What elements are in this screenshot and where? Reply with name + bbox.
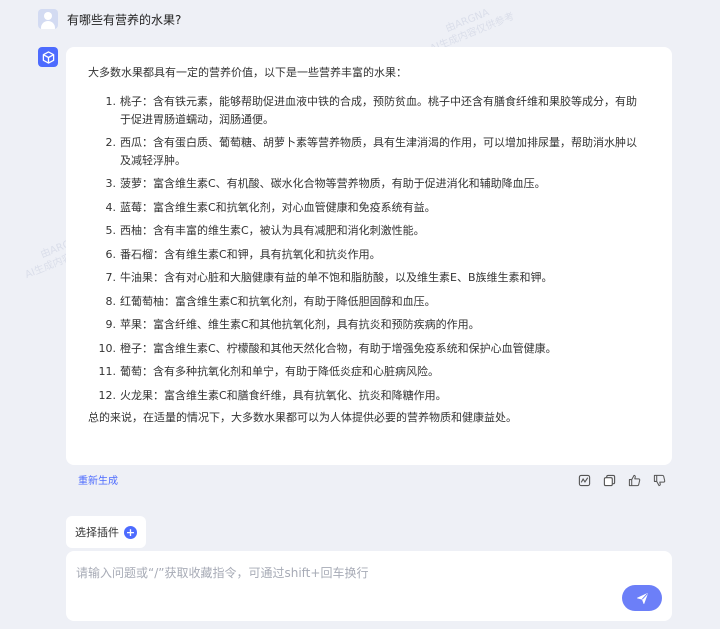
- list-item-number: 1.: [105, 95, 117, 108]
- list-item-text: 西瓜：含有蛋白质、葡萄糖、胡萝卜素等营养物质，具有生津消渴的作用，可以增加排尿量…: [120, 136, 637, 167]
- list-item: 9. 苹果：富含纤维、维生素C和其他抗氧化剂，具有抗炎和预防疾病的作用。: [88, 316, 650, 334]
- list-item-number: 3.: [105, 177, 117, 190]
- regenerate-button[interactable]: 重新生成: [78, 472, 118, 487]
- list-item-text: 桃子：含有铁元素，能够帮助促进血液中铁的合成，预防贫血。桃子中还含有膳食纤维和果…: [120, 95, 637, 126]
- assistant-answer: 大多数水果都具有一定的营养价值，以下是一些营养丰富的水果： 1. 桃子：含有铁元素…: [66, 47, 672, 465]
- list-item-number: 7.: [105, 271, 117, 284]
- send-icon: [636, 592, 648, 604]
- list-item-text: 橙子：富含维生素C、柠檬酸和其他天然化合物，有助于增强免疫系统和保护心血管健康。: [120, 341, 557, 355]
- plus-icon: +: [124, 525, 137, 539]
- copy-icon[interactable]: [601, 472, 617, 488]
- fruit-list: 1. 桃子：含有铁元素，能够帮助促进血液中铁的合成，预防贫血。桃子中还含有膳食纤维…: [88, 93, 650, 404]
- list-item-text: 菠萝：富含维生素C、有机酸、碳水化合物等营养物质，有助于促进消化和辅助降血压。: [120, 177, 546, 190]
- user-question-text: 有哪些有营养的水果?: [67, 12, 182, 27]
- chat-page: 由ARGNAAI生成内容仅供参考 由ARGNAAI生成内容仅供参考 由ARGNA…: [0, 0, 720, 629]
- list-item: 10. 橙子：富含维生素C、柠檬酸和其他天然化合物，有助于增强免疫系统和保护心血管…: [88, 340, 650, 358]
- list-item-number: 4.: [105, 200, 117, 214]
- list-item: 6. 番石榴：含有维生素C和钾，具有抗氧化和抗炎作用。: [88, 246, 650, 264]
- list-item-text: 蓝莓：富含维生素C和抗氧化剂，对心血管健康和免疫系统有益。: [120, 200, 436, 214]
- list-item: 4. 蓝莓：富含维生素C和抗氧化剂，对心血管健康和免疫系统有益。: [88, 199, 650, 217]
- list-item-text: 红葡萄柚：富含维生素C和抗氧化剂，有助于降低胆固醇和血压。: [120, 294, 436, 308]
- list-item: 2. 西瓜：含有蛋白质、葡萄糖、胡萝卜素等营养物质，具有生津消渴的作用，可以增加排…: [88, 134, 650, 169]
- list-item-text: 葡萄：含有多种抗氧化剂和单宁，有助于降低炎症和心脏病风险。: [120, 365, 439, 378]
- list-item-text: 苹果：富含纤维、维生素C和其他抗氧化剂，具有抗炎和预防疾病的作用。: [120, 318, 480, 331]
- list-item-text: 番石榴：含有维生素C和钾，具有抗氧化和抗炎作用。: [120, 247, 381, 261]
- assistant-avatar: [38, 47, 58, 67]
- user-avatar: [38, 9, 58, 29]
- list-item: 7. 牛油果：含有对心脏和大脑健康有益的单不饱和脂肪酸，以及维生素E、B族维生素和…: [88, 269, 650, 287]
- list-item-number: 5.: [105, 224, 117, 237]
- list-item-number: 6.: [105, 247, 117, 261]
- list-item-text: 西柚：含有丰富的维生素C，被认为具有减肥和消化刺激性能。: [120, 224, 425, 237]
- select-plugin-label: 选择插件: [75, 526, 119, 539]
- list-item: 1. 桃子：含有铁元素，能够帮助促进血液中铁的合成，预防贫血。桃子中还含有膳食纤维…: [88, 93, 650, 128]
- list-item-text: 牛油果：含有对心脏和大脑健康有益的单不饱和脂肪酸，以及维生素E、B族维生素和钾。: [120, 271, 553, 284]
- list-item-number: 11.: [98, 365, 117, 378]
- answer-summary: 总的来说，在适量的情况下，大多数水果都可以为人体提供必要的营养物质和健康益处。: [88, 411, 517, 424]
- list-item: 3. 菠萝：富含维生素C、有机酸、碳水化合物等营养物质，有助于促进消化和辅助降血压…: [88, 175, 650, 193]
- user-message: 有哪些有营养的水果?: [38, 9, 181, 29]
- answer-actions: [576, 472, 667, 488]
- list-item: 8. 红葡萄柚：富含维生素C和抗氧化剂，有助于降低胆固醇和血压。: [88, 293, 650, 311]
- list-item-number: 8.: [105, 294, 117, 308]
- list-item-text: 火龙果：富含维生素C和膳食纤维，具有抗氧化、抗炎和降糖作用。: [120, 388, 447, 402]
- list-item: 11. 葡萄：含有多种抗氧化剂和单宁，有助于降低炎症和心脏病风险。: [88, 363, 650, 381]
- chart-icon[interactable]: [576, 472, 592, 488]
- thumbs-down-icon[interactable]: [651, 472, 667, 488]
- prompt-box: [66, 551, 672, 621]
- list-item: 12. 火龙果：富含维生素C和膳食纤维，具有抗氧化、抗炎和降糖作用。: [88, 387, 650, 405]
- list-item-number: 2.: [105, 136, 117, 149]
- send-button[interactable]: [622, 585, 662, 611]
- prompt-input[interactable]: [76, 561, 616, 585]
- list-item-number: 9.: [105, 318, 117, 331]
- list-item: 5. 西柚：含有丰富的维生素C，被认为具有减肥和消化刺激性能。: [88, 222, 650, 240]
- list-item-number: 10.: [98, 341, 117, 355]
- thumbs-up-icon[interactable]: [626, 472, 642, 488]
- select-plugin-button[interactable]: 选择插件 +: [66, 516, 146, 548]
- list-item-number: 12.: [98, 388, 117, 402]
- cube-icon: [42, 50, 54, 64]
- answer-intro: 大多数水果都具有一定的营养价值，以下是一些营养丰富的水果：: [88, 66, 407, 79]
